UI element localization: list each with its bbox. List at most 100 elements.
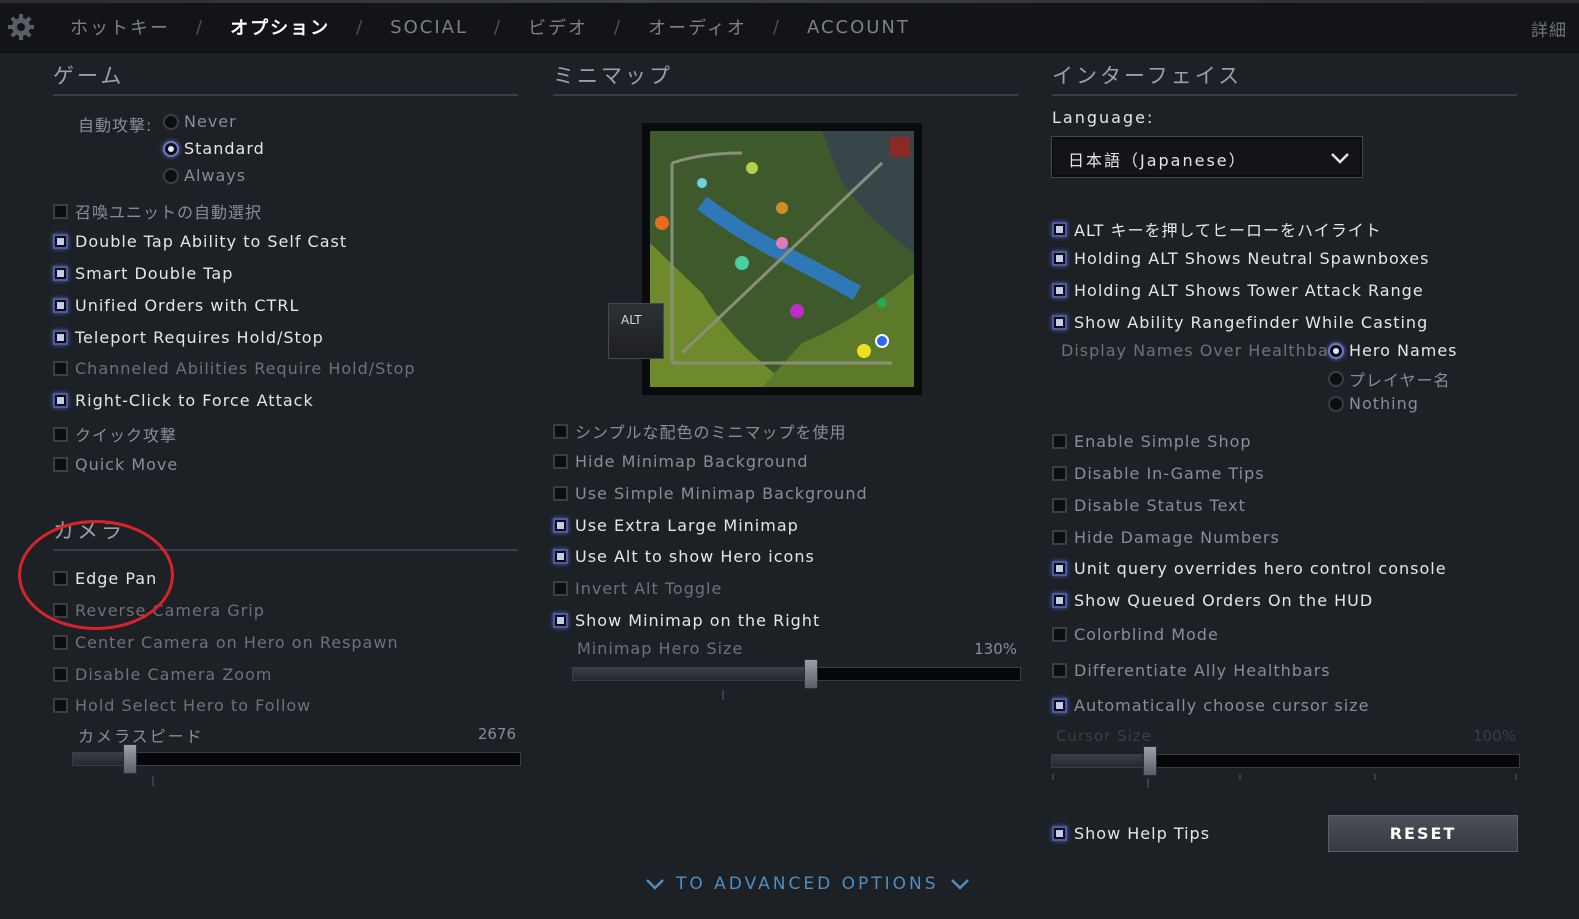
checkbox[interactable] [53,635,68,650]
slider-thumb[interactable] [804,659,818,689]
auto-attack-never[interactable]: Never [163,112,237,131]
checkbox[interactable] [1052,593,1067,608]
checkbox[interactable] [53,571,68,586]
option-disable-status-text[interactable]: Disable Status Text [1052,496,1246,515]
checkbox[interactable] [53,203,68,219]
option-show-help-tips[interactable]: Show Help Tips [1052,824,1210,843]
tab-account[interactable]: ACCOUNT [807,17,910,38]
option-unit-query-overrides[interactable]: Unit query overrides hero control consol… [1052,559,1447,578]
radio-standard[interactable] [163,140,179,157]
option-hold-select-hero-follow[interactable]: Hold Select Hero to Follow [53,696,311,715]
option-simple-shop[interactable]: Enable Simple Shop [1052,432,1252,451]
option-alt-neutral-spawnboxes[interactable]: Holding ALT Shows Neutral Spawnboxes [1052,249,1429,268]
checkbox[interactable] [53,698,68,713]
checkbox[interactable] [553,581,568,596]
option-simple-minimap-background[interactable]: Use Simple Minimap Background [553,484,868,503]
option-teleport-hold-stop[interactable]: Teleport Requires Hold/Stop [53,328,324,347]
checkbox[interactable] [1052,434,1067,449]
option-hide-minimap-background[interactable]: Hide Minimap Background [553,452,808,471]
option-center-camera-respawn[interactable]: Center Camera on Hero on Respawn [53,633,399,652]
reset-button[interactable]: RESET [1328,815,1518,852]
interface-section: インターフェイス [1052,60,1517,96]
option-queued-orders-hud[interactable]: Show Queued Orders On the HUD [1052,591,1373,610]
checkbox[interactable] [1052,221,1067,237]
checkbox[interactable] [53,234,68,249]
option-unified-orders[interactable]: Unified Orders with CTRL [53,296,299,315]
checkbox[interactable] [53,667,68,682]
radio-nothing[interactable] [1328,395,1344,412]
checkbox[interactable] [553,454,568,469]
option-quick-move[interactable]: Quick Move [53,455,178,474]
radio-never[interactable] [163,113,179,130]
option-alt-highlight-heroes[interactable]: ALT キーを押してヒーローをハイライト [1052,217,1382,241]
option-right-click-force-attack[interactable]: Right-Click to Force Attack [53,391,314,410]
checkbox[interactable] [1052,251,1067,266]
option-smart-double-tap[interactable]: Smart Double Tap [53,264,233,283]
option-disable-ingame-tips[interactable]: Disable In-Game Tips [1052,464,1265,483]
radio-player-names[interactable] [1328,371,1344,387]
checkbox[interactable] [53,298,68,313]
display-names-player[interactable]: プレイヤー名 [1328,367,1451,391]
checkbox[interactable] [1052,498,1067,513]
checkbox[interactable] [1052,315,1067,330]
auto-attack-standard[interactable]: Standard [163,139,265,158]
radio-always[interactable] [163,167,179,184]
tab-video[interactable]: ビデオ [528,14,588,40]
checkbox[interactable] [1052,627,1067,642]
checkbox[interactable] [1052,826,1067,841]
checkbox[interactable] [1052,663,1067,678]
option-edge-pan[interactable]: Edge Pan [53,569,157,588]
checkbox[interactable] [553,518,568,533]
option-ally-healthbars[interactable]: Differentiate Ally Healthbars [1052,661,1331,680]
tab-options[interactable]: オプション [230,14,330,40]
option-channeled-hold-stop[interactable]: Channeled Abilities Require Hold/Stop [53,359,416,378]
checkbox[interactable] [1052,561,1067,576]
checkbox[interactable] [553,486,568,501]
checkbox[interactable] [1052,466,1067,481]
language-dropdown[interactable]: 日本語（Japanese） [1051,136,1363,178]
checkbox[interactable] [53,603,68,618]
checkbox[interactable] [53,266,68,281]
gear-icon[interactable] [6,12,36,42]
option-quick-attack[interactable]: クイック攻撃 [53,422,177,446]
detail-link[interactable]: 詳細 [1531,16,1567,41]
option-ability-rangefinder[interactable]: Show Ability Rangefinder While Casting [1052,313,1428,332]
checkbox[interactable] [1052,530,1067,545]
camera-speed-slider[interactable] [72,744,521,774]
slider-thumb[interactable] [1143,746,1157,776]
checkbox[interactable] [553,549,568,564]
option-invert-alt-toggle[interactable]: Invert Alt Toggle [553,579,722,598]
option-auto-select-summons[interactable]: 召喚ユニットの自動選択 [53,199,262,223]
checkbox[interactable] [553,423,568,439]
checkbox[interactable] [53,393,68,408]
radio-hero-names[interactable] [1328,342,1344,359]
display-names-nothing[interactable]: Nothing [1328,394,1419,413]
checkbox[interactable] [1052,698,1067,713]
option-reverse-camera-grip[interactable]: Reverse Camera Grip [53,601,265,620]
checkbox[interactable] [53,426,68,442]
tab-audio[interactable]: オーディオ [648,14,747,40]
checkbox[interactable] [553,613,568,628]
tab-social[interactable]: SOCIAL [390,17,468,38]
option-double-tap-self-cast[interactable]: Double Tap Ability to Self Cast [53,232,347,251]
checkbox[interactable] [53,457,68,472]
option-extra-large-minimap[interactable]: Use Extra Large Minimap [553,516,799,535]
option-minimap-right[interactable]: Show Minimap on the Right [553,611,820,630]
option-colorblind-mode[interactable]: Colorblind Mode [1052,625,1219,644]
advanced-options-link[interactable]: TO ADVANCED OPTIONS [634,874,981,894]
checkbox[interactable] [1052,283,1067,298]
cursor-size-slider[interactable] [1051,746,1520,776]
option-disable-camera-zoom[interactable]: Disable Camera Zoom [53,665,272,684]
option-simple-minimap-colors[interactable]: シンプルな配色のミニマップを使用 [553,419,847,443]
checkbox[interactable] [53,330,68,345]
option-alt-hero-icons[interactable]: Use Alt to show Hero icons [553,547,815,566]
auto-attack-always[interactable]: Always [163,166,246,185]
tab-hotkeys[interactable]: ホットキー [70,14,170,40]
checkbox[interactable] [53,361,68,376]
minimap-hero-size-slider[interactable] [572,659,1021,689]
option-hide-damage-numbers[interactable]: Hide Damage Numbers [1052,528,1280,547]
option-auto-cursor-size[interactable]: Automatically choose cursor size [1052,696,1369,715]
option-alt-tower-range[interactable]: Holding ALT Shows Tower Attack Range [1052,281,1424,300]
slider-thumb[interactable] [123,744,137,774]
display-names-hero[interactable]: Hero Names [1328,341,1458,360]
